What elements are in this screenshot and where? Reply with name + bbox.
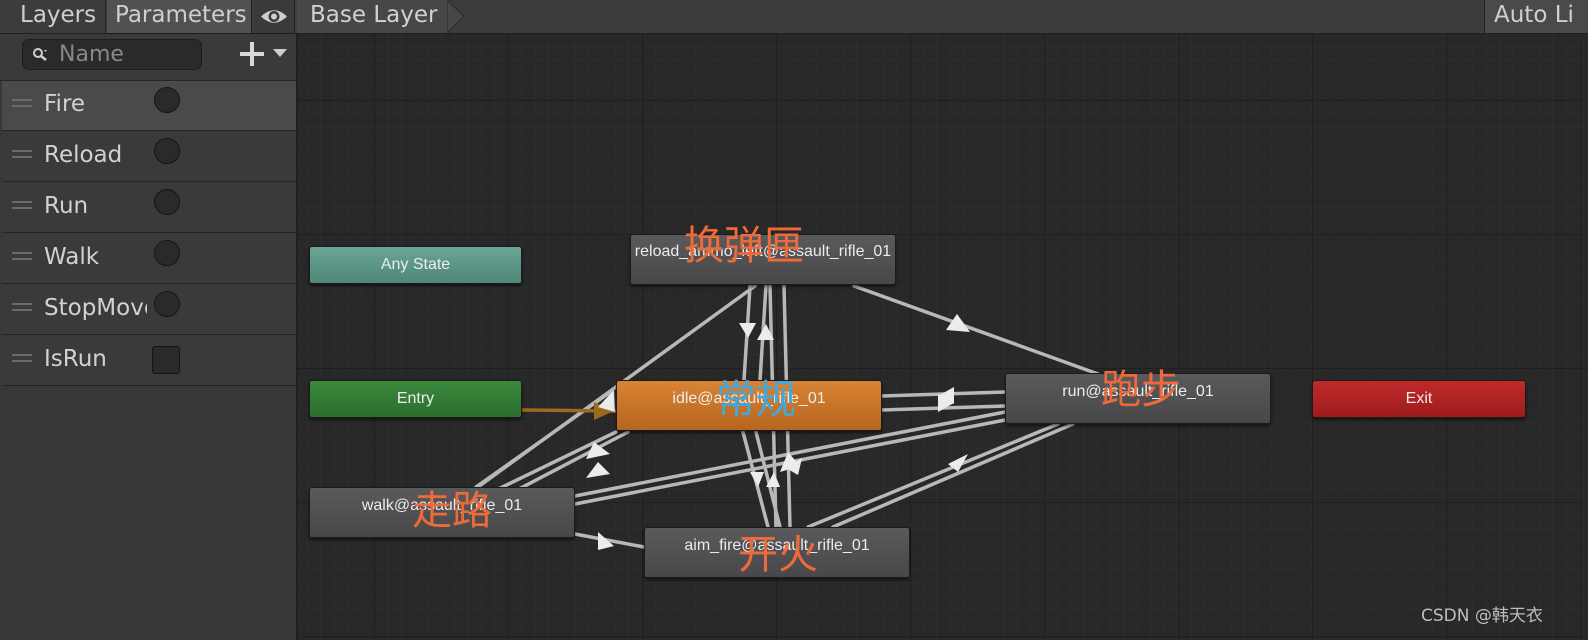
bool-checkbox[interactable] (152, 346, 180, 374)
parameter-name[interactable]: Fire (44, 91, 147, 117)
trigger-toggle[interactable] (154, 138, 180, 164)
state-entry[interactable]: Entry (309, 380, 522, 418)
parameter-name[interactable]: Run (44, 193, 147, 219)
animator-toolbar: Layers Parameters Base Layer Auto Li (0, 0, 1588, 34)
auto-live-link-button[interactable]: Auto Li (1484, 0, 1588, 33)
trigger-toggle[interactable] (154, 189, 180, 215)
state-label: run@assault_rifle_01 (1062, 383, 1214, 400)
transition-arrow-icon (586, 462, 610, 478)
state-label: walk@assault_rifle_01 (361, 497, 523, 514)
eye-toggle-button[interactable] (254, 0, 295, 33)
parameter-name[interactable]: Walk (44, 244, 147, 270)
breadcrumb-arrow-icon (447, 0, 465, 33)
state-label: Entry (396, 390, 435, 407)
parameters-panel: Fire Reload Run Walk StopMove IsRun (0, 34, 298, 640)
search-input[interactable] (59, 42, 197, 67)
parameter-name[interactable]: StopMove (44, 295, 147, 321)
search-icon (33, 48, 47, 61)
state-machine-graph[interactable]: Any State Entry Exit reload_ammo_left@as… (298, 34, 1588, 640)
drag-handle-icon[interactable] (12, 252, 32, 260)
parameter-search-row (0, 34, 296, 81)
transition-line (852, 284, 1100, 376)
transition-arrow-icon (946, 314, 970, 332)
state-label: reload_ammo_left@assault_rifle_01 (634, 243, 892, 260)
parameter-row[interactable]: Walk (2, 234, 296, 284)
trigger-toggle[interactable] (154, 291, 180, 317)
drag-handle-icon[interactable] (12, 354, 32, 362)
parameter-row[interactable]: Reload (2, 132, 296, 182)
drag-handle-icon[interactable] (12, 201, 32, 209)
transition-edges (474, 284, 1100, 550)
drag-handle-icon[interactable] (12, 303, 32, 311)
state-idle-default[interactable]: idle@assault_rifle_01 (616, 380, 882, 431)
state-run[interactable]: run@assault_rifle_01 (1005, 373, 1271, 424)
state-any-state[interactable]: Any State (309, 246, 522, 284)
search-box[interactable] (22, 39, 202, 70)
state-walk[interactable]: walk@assault_rifle_01 (309, 487, 575, 538)
add-parameter-button[interactable] (238, 40, 266, 68)
transition-arrow-icon (750, 472, 764, 487)
tab-layers[interactable]: Layers (12, 0, 106, 33)
parameter-name[interactable]: IsRun (44, 346, 147, 372)
state-label: idle@assault_rifle_01 (672, 390, 826, 407)
parameter-row[interactable]: IsRun (2, 336, 296, 386)
trigger-toggle[interactable] (154, 87, 180, 113)
transition-arrow-icon (739, 323, 756, 338)
trigger-toggle[interactable] (154, 240, 180, 266)
breadcrumb-base-layer[interactable]: Base Layer (297, 0, 447, 33)
parameter-name[interactable]: Reload (44, 142, 147, 168)
state-aim-fire[interactable]: aim_fire@assault_rifle_01 (644, 527, 910, 578)
parameter-row[interactable]: StopMove (2, 285, 296, 335)
parameter-row[interactable]: Fire (2, 81, 296, 131)
transition-line (806, 422, 1060, 529)
parameter-row[interactable]: Run (2, 183, 296, 233)
watermark: CSDN @韩天衣 (1421, 606, 1543, 626)
state-label: Any State (380, 256, 451, 273)
state-reload[interactable]: reload_ammo_left@assault_rifle_01 (630, 234, 896, 285)
state-label: Exit (1405, 390, 1433, 407)
eye-icon (261, 10, 287, 23)
chevron-down-icon[interactable] (272, 46, 288, 60)
state-exit[interactable]: Exit (1312, 380, 1526, 418)
drag-handle-icon[interactable] (12, 99, 32, 107)
state-label: aim_fire@assault_rifle_01 (684, 537, 870, 554)
tab-parameters[interactable]: Parameters (107, 0, 252, 33)
drag-handle-icon[interactable] (12, 150, 32, 158)
